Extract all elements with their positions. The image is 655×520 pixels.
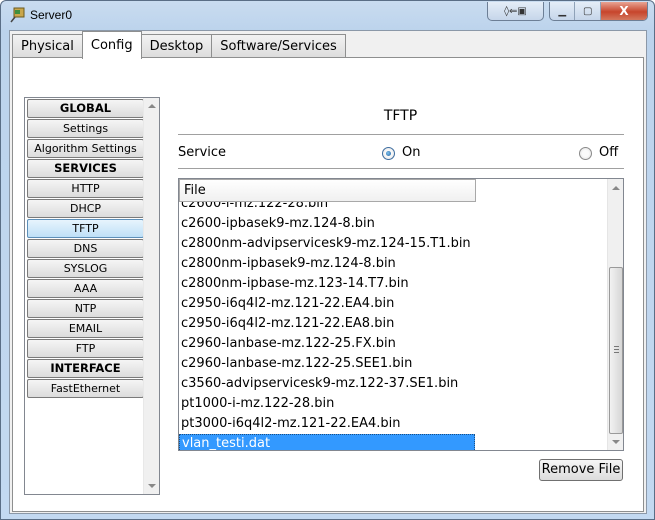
- service-label: Service: [178, 145, 227, 160]
- file-column-header[interactable]: File: [179, 179, 476, 202]
- file-row[interactable]: c2800nm-ipbasek9-mz.124-8.bin: [179, 254, 475, 274]
- tab-software-services[interactable]: Software/Services: [211, 34, 346, 58]
- sidebar-item-dhcp[interactable]: DHCP: [27, 199, 144, 218]
- sidebar-item-syslog[interactable]: SYSLOG: [27, 259, 144, 278]
- dock-icon[interactable]: ◊⇐▣: [488, 2, 543, 20]
- tab-physical[interactable]: Physical: [12, 34, 83, 58]
- sidebar-item-settings[interactable]: Settings: [27, 119, 144, 138]
- scrollbar-thumb[interactable]: [609, 267, 623, 434]
- close-icon[interactable]: X: [600, 2, 647, 20]
- dock-glyph: ◊⇐▣: [504, 5, 527, 17]
- maximize-glyph: ▢: [583, 5, 593, 17]
- minimize-icon[interactable]: ▁: [550, 2, 576, 20]
- tab-desktop[interactable]: Desktop: [140, 34, 213, 58]
- sidebar-item-aaa[interactable]: AAA: [27, 279, 144, 298]
- divider: [178, 168, 624, 169]
- file-list-scrollbar[interactable]: [607, 179, 623, 450]
- sidebar-item-email[interactable]: EMAIL: [27, 319, 144, 338]
- client-area: Physical Config Desktop Software/Service…: [9, 30, 647, 514]
- service-on-label[interactable]: On: [402, 145, 420, 160]
- file-rows: c2600-i-mz.122-28.bin c2600-ipbasek9-mz.…: [179, 194, 609, 450]
- sidebar-scrollbar[interactable]: [143, 98, 159, 494]
- file-row[interactable]: c2600-ipbasek9-mz.124-8.bin: [179, 214, 475, 234]
- window-controls: ▁ ▢ X: [549, 2, 648, 21]
- file-row[interactable]: pt3000-i6q4l2-mz.121-22.EA4.bin: [179, 414, 475, 434]
- tab-bar: Physical Config Desktop Software/Service…: [10, 31, 346, 59]
- close-glyph: X: [619, 4, 629, 18]
- sidebar-item-tftp[interactable]: TFTP: [27, 219, 144, 238]
- file-row[interactable]: c3560-advipservicesk9-mz.122-37.SE1.bin: [179, 374, 475, 394]
- service-title: TFTP: [383, 108, 418, 124]
- file-row[interactable]: c2960-lanbase-mz.122-25.SEE1.bin: [179, 354, 475, 374]
- service-off-radio[interactable]: [579, 147, 592, 160]
- file-row-selected[interactable]: vlan_testi.dat: [179, 434, 475, 450]
- divider: [178, 134, 624, 135]
- tab-config[interactable]: Config: [81, 31, 142, 59]
- file-row[interactable]: c2960-lanbase-mz.122-25.FX.bin: [179, 334, 475, 354]
- file-row[interactable]: c2950-i6q4l2-mz.121-22.EA8.bin: [179, 314, 475, 334]
- sidebar-item-ntp[interactable]: NTP: [27, 299, 144, 318]
- sidebar-item-ftp[interactable]: FTP: [27, 339, 144, 358]
- sidebar-nav: GLOBAL Settings Algorithm Settings SERVI…: [24, 97, 160, 495]
- sidebar-item-algorithm-settings[interactable]: Algorithm Settings: [27, 139, 144, 158]
- scroll-down-icon[interactable]: [148, 484, 156, 488]
- sidebar-item-fastethernet[interactable]: FastEthernet: [27, 379, 144, 398]
- grip-icon: [614, 346, 619, 353]
- service-off-label[interactable]: Off: [599, 145, 618, 160]
- scroll-up-icon[interactable]: [612, 186, 620, 190]
- file-row[interactable]: c2800nm-ipbase-mz.123-14.T7.bin: [179, 274, 475, 294]
- sidebar-header-interface[interactable]: INTERFACE: [27, 359, 144, 378]
- sidebar-item-dns[interactable]: DNS: [27, 239, 144, 258]
- minimize-glyph: ▁: [558, 5, 567, 17]
- sidebar-item-http[interactable]: HTTP: [27, 179, 144, 198]
- dock-button-group: ◊⇐▣: [487, 2, 544, 21]
- service-on-radio[interactable]: [382, 147, 395, 160]
- scroll-down-icon[interactable]: [612, 440, 620, 444]
- title-bar[interactable]: Server0 ◊⇐▣ ▁ ▢ X: [1, 1, 654, 29]
- server-window: Server0 ◊⇐▣ ▁ ▢ X Physical Config Deskto…: [0, 0, 655, 520]
- file-list[interactable]: File c2600-i-mz.122-28.bin c2600-ipbasek…: [178, 178, 624, 451]
- window-title: Server0: [30, 8, 73, 22]
- scroll-up-icon[interactable]: [148, 104, 156, 108]
- file-row[interactable]: c2950-i6q4l2-mz.121-22.EA4.bin: [179, 294, 475, 314]
- file-row[interactable]: pt1000-i-mz.122-28.bin: [179, 394, 475, 414]
- file-row[interactable]: c2800nm-advipservicesk9-mz.124-15.T1.bin: [179, 234, 475, 254]
- sidebar-header-global[interactable]: GLOBAL: [27, 99, 144, 118]
- maximize-icon[interactable]: ▢: [575, 2, 601, 20]
- sidebar-header-services[interactable]: SERVICES: [27, 159, 144, 178]
- server-icon: [10, 7, 25, 23]
- sidebar-items: GLOBAL Settings Algorithm Settings SERVI…: [26, 98, 144, 399]
- remove-file-button[interactable]: Remove File: [539, 459, 623, 481]
- config-panel: GLOBAL Settings Algorithm Settings SERVI…: [12, 57, 644, 512]
